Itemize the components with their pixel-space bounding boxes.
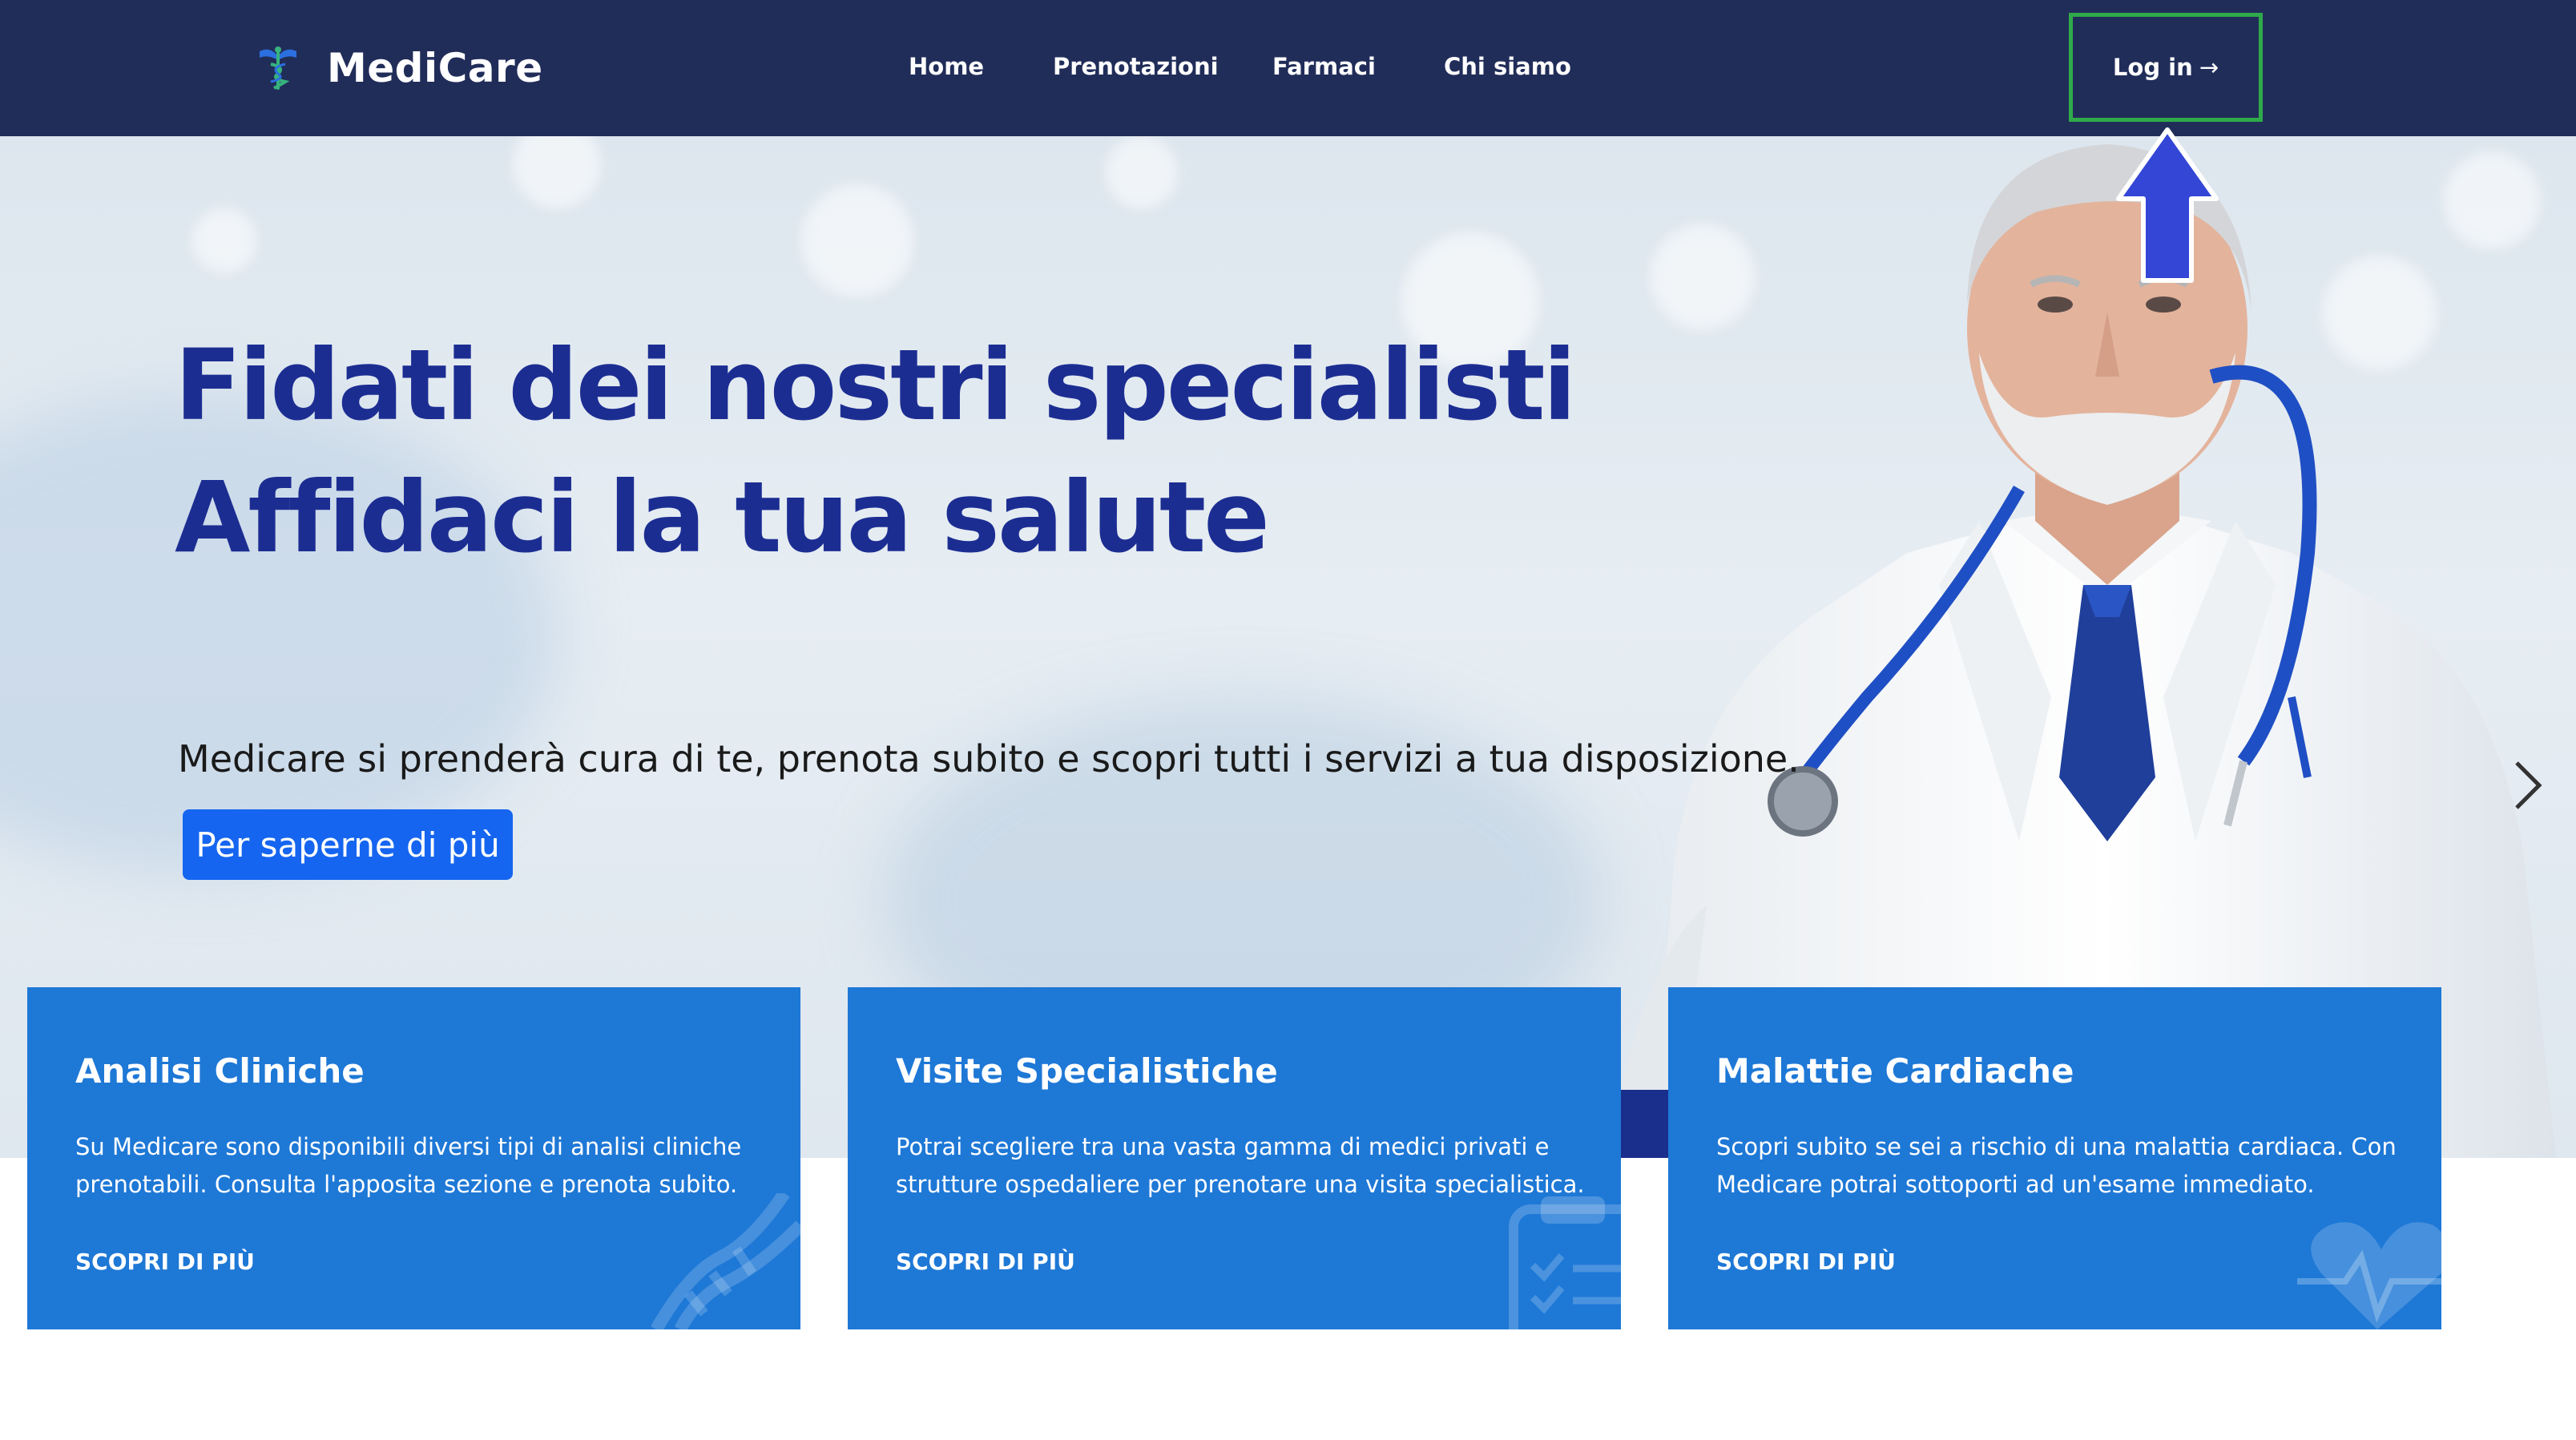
arrow-right-icon: → (2199, 54, 2219, 81)
nav-link-home[interactable]: Home (909, 48, 984, 85)
login-highlight-box: Log in → (2069, 13, 2263, 122)
brand-name: MediCare (327, 45, 543, 91)
bokeh-light (801, 184, 913, 296)
annotation-arrow-icon (2116, 127, 2219, 283)
caduceus-icon (260, 46, 296, 90)
learn-more-button[interactable]: Per saperne di più (183, 809, 513, 880)
dna-icon (651, 1193, 800, 1329)
hero-headline-line-1: Fidati dei nostri specialisti (175, 329, 1576, 442)
card-title: Analisi Cliniche (75, 1051, 365, 1091)
card-text: Potrai scegliere tra una vasta gamma di … (896, 1133, 1585, 1198)
bokeh-light (192, 208, 256, 272)
brand-logo[interactable]: MediCare (253, 42, 543, 95)
service-card-cardiache[interactable]: Malattie Cardiache Scopri subito se sei … (1668, 987, 2441, 1329)
navbar: MediCare Home Prenotazioni Farmaci Chi s… (0, 0, 2576, 136)
card-link[interactable]: SCOPRI DI PIÙ (896, 1248, 1075, 1275)
login-button[interactable]: Log in → (2073, 17, 2259, 118)
nav-link-chi-siamo[interactable]: Chi siamo (1444, 48, 1571, 85)
card-link[interactable]: SCOPRI DI PIÙ (75, 1248, 255, 1275)
hero-subtitle: Medicare si prenderà cura di te, prenota… (178, 737, 1800, 781)
service-card-analisi[interactable]: Analisi Cliniche Su Medicare sono dispon… (27, 987, 800, 1329)
nav-link-prenotazioni[interactable]: Prenotazioni (1053, 48, 1219, 85)
card-text: Scopri subito se sei a rischio di una ma… (1716, 1133, 2397, 1198)
card-text: Su Medicare sono disponibili diversi tip… (75, 1133, 742, 1198)
hero-headline-line-2: Affidaci la tua salute (175, 461, 1270, 575)
bokeh-light (1106, 136, 1178, 208)
login-label: Log in (2112, 54, 2193, 81)
card-title: Malattie Cardiache (1716, 1051, 2074, 1091)
chevron-right-icon[interactable] (2512, 760, 2544, 811)
card-link[interactable]: SCOPRI DI PIÙ (1716, 1248, 1896, 1275)
service-card-visite[interactable]: Visite Specialistiche Potrai scegliere t… (848, 987, 1621, 1329)
heartbeat-icon (2297, 1222, 2441, 1329)
bokeh-light (513, 136, 601, 208)
nav-link-farmaci[interactable]: Farmaci (1272, 48, 1376, 85)
card-title: Visite Specialistiche (896, 1051, 1278, 1091)
clipboard-icon (1509, 1196, 1621, 1329)
